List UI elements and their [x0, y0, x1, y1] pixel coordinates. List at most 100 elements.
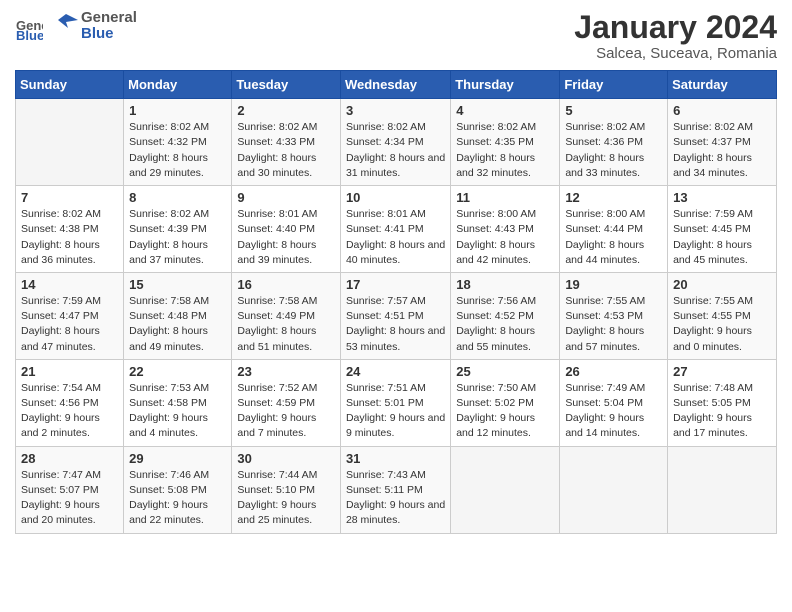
day-info: Sunrise: 8:02 AM Sunset: 4:39 PM Dayligh… [129, 207, 226, 268]
calendar-cell: 29 Sunrise: 7:46 AM Sunset: 5:08 PM Dayli… [124, 446, 232, 533]
calendar-week-row: 1Sunrise: 8:02 AM Sunset: 4:32 PM Daylig… [16, 99, 777, 186]
day-info: Sunrise: 8:02 AM Sunset: 4:35 PM Dayligh… [456, 120, 554, 181]
day-number: 27 [673, 364, 771, 379]
day-number: 23 [237, 364, 335, 379]
page: General Blue General Blue [0, 0, 792, 612]
calendar-cell: 4Sunrise: 8:02 AM Sunset: 4:35 PM Daylig… [451, 99, 560, 186]
day-number: 20 [673, 277, 771, 292]
title-area: January 2024 Salcea, Suceava, Romania [574, 10, 777, 62]
calendar-cell: 7 Sunrise: 8:02 AM Sunset: 4:38 PM Daylig… [16, 186, 124, 273]
calendar-cell: 6Sunrise: 8:02 AM Sunset: 4:37 PM Daylig… [668, 99, 777, 186]
calendar-cell: 2 Sunrise: 8:02 AM Sunset: 4:33 PM Daylig… [232, 99, 341, 186]
calendar-cell: 5 Sunrise: 8:02 AM Sunset: 4:36 PM Daylig… [560, 99, 668, 186]
day-info: Sunrise: 7:44 AM Sunset: 5:10 PM Dayligh… [237, 468, 335, 529]
day-number: 14 [21, 277, 118, 292]
calendar-cell: 11Sunrise: 8:00 AM Sunset: 4:43 PM Dayli… [451, 186, 560, 273]
day-info: Sunrise: 8:01 AM Sunset: 4:40 PM Dayligh… [237, 207, 335, 268]
day-info: Sunrise: 7:55 AM Sunset: 4:55 PM Dayligh… [673, 294, 771, 355]
day-info: Sunrise: 8:00 AM Sunset: 4:43 PM Dayligh… [456, 207, 554, 268]
day-number: 28 [21, 451, 118, 466]
subtitle: Salcea, Suceava, Romania [574, 45, 777, 62]
calendar-week-row: 28 Sunrise: 7:47 AM Sunset: 5:07 PM Dayli… [16, 446, 777, 533]
main-title: January 2024 [574, 10, 777, 45]
day-number: 5 [565, 103, 662, 118]
calendar-cell: 20 Sunrise: 7:55 AM Sunset: 4:55 PM Dayli… [668, 272, 777, 359]
calendar-cell: 21Sunrise: 7:54 AM Sunset: 4:56 PM Dayli… [16, 359, 124, 446]
day-info: Sunrise: 8:02 AM Sunset: 4:37 PM Dayligh… [673, 120, 771, 181]
calendar-header-row: SundayMondayTuesdayWednesdayThursdayFrid… [16, 71, 777, 99]
day-info: Sunrise: 7:58 AM Sunset: 4:48 PM Dayligh… [129, 294, 226, 355]
calendar-cell: 24 Sunrise: 7:51 AM Sunset: 5:01 PM Dayli… [340, 359, 450, 446]
calendar-cell: 22Sunrise: 7:53 AM Sunset: 4:58 PM Dayli… [124, 359, 232, 446]
calendar-week-row: 21Sunrise: 7:54 AM Sunset: 4:56 PM Dayli… [16, 359, 777, 446]
day-number: 19 [565, 277, 662, 292]
calendar-cell: 3 Sunrise: 8:02 AM Sunset: 4:34 PM Daylig… [340, 99, 450, 186]
calendar-cell: 19 Sunrise: 7:55 AM Sunset: 4:53 PM Dayli… [560, 272, 668, 359]
day-info: Sunrise: 8:02 AM Sunset: 4:32 PM Dayligh… [129, 120, 226, 181]
calendar-cell [668, 446, 777, 533]
day-number: 30 [237, 451, 335, 466]
calendar-cell: 1Sunrise: 8:02 AM Sunset: 4:32 PM Daylig… [124, 99, 232, 186]
day-info: Sunrise: 7:54 AM Sunset: 4:56 PM Dayligh… [21, 381, 118, 442]
day-info: Sunrise: 7:48 AM Sunset: 5:05 PM Dayligh… [673, 381, 771, 442]
calendar-cell [560, 446, 668, 533]
header: General Blue General Blue [15, 10, 777, 62]
column-header-saturday: Saturday [668, 71, 777, 99]
calendar-week-row: 7 Sunrise: 8:02 AM Sunset: 4:38 PM Daylig… [16, 186, 777, 273]
calendar-cell: 18 Sunrise: 7:56 AM Sunset: 4:52 PM Dayli… [451, 272, 560, 359]
svg-text:Blue: Blue [16, 28, 43, 40]
calendar-cell: 15 Sunrise: 7:58 AM Sunset: 4:48 PM Dayli… [124, 272, 232, 359]
day-number: 17 [346, 277, 445, 292]
day-number: 7 [21, 190, 118, 205]
day-info: Sunrise: 7:49 AM Sunset: 5:04 PM Dayligh… [565, 381, 662, 442]
generalblue-logo-icon: General Blue [15, 12, 43, 40]
calendar-cell: 25Sunrise: 7:50 AM Sunset: 5:02 PM Dayli… [451, 359, 560, 446]
day-info: Sunrise: 8:00 AM Sunset: 4:44 PM Dayligh… [565, 207, 662, 268]
calendar-cell: 17Sunrise: 7:57 AM Sunset: 4:51 PM Dayli… [340, 272, 450, 359]
column-header-tuesday: Tuesday [232, 71, 341, 99]
calendar-cell [16, 99, 124, 186]
day-info: Sunrise: 8:01 AM Sunset: 4:41 PM Dayligh… [346, 207, 445, 268]
calendar-cell: 27 Sunrise: 7:48 AM Sunset: 5:05 PM Dayli… [668, 359, 777, 446]
day-info: Sunrise: 7:53 AM Sunset: 4:58 PM Dayligh… [129, 381, 226, 442]
column-header-friday: Friday [560, 71, 668, 99]
day-info: Sunrise: 7:43 AM Sunset: 5:11 PM Dayligh… [346, 468, 445, 529]
day-number: 12 [565, 190, 662, 205]
column-header-thursday: Thursday [451, 71, 560, 99]
calendar-cell [451, 446, 560, 533]
calendar-cell: 23Sunrise: 7:52 AM Sunset: 4:59 PM Dayli… [232, 359, 341, 446]
day-number: 24 [346, 364, 445, 379]
day-info: Sunrise: 8:02 AM Sunset: 4:34 PM Dayligh… [346, 120, 445, 181]
calendar-cell: 26 Sunrise: 7:49 AM Sunset: 5:04 PM Dayli… [560, 359, 668, 446]
calendar-cell: 14 Sunrise: 7:59 AM Sunset: 4:47 PM Dayli… [16, 272, 124, 359]
day-info: Sunrise: 8:02 AM Sunset: 4:38 PM Dayligh… [21, 207, 118, 268]
logo-bird-icon [46, 10, 78, 42]
day-number: 16 [237, 277, 335, 292]
day-info: Sunrise: 7:55 AM Sunset: 4:53 PM Dayligh… [565, 294, 662, 355]
day-number: 8 [129, 190, 226, 205]
day-number: 26 [565, 364, 662, 379]
day-info: Sunrise: 7:59 AM Sunset: 4:47 PM Dayligh… [21, 294, 118, 355]
day-number: 18 [456, 277, 554, 292]
column-header-monday: Monday [124, 71, 232, 99]
day-info: Sunrise: 7:56 AM Sunset: 4:52 PM Dayligh… [456, 294, 554, 355]
calendar-week-row: 14 Sunrise: 7:59 AM Sunset: 4:47 PM Dayli… [16, 272, 777, 359]
day-info: Sunrise: 7:59 AM Sunset: 4:45 PM Dayligh… [673, 207, 771, 268]
day-number: 29 [129, 451, 226, 466]
day-info: Sunrise: 7:47 AM Sunset: 5:07 PM Dayligh… [21, 468, 118, 529]
day-number: 15 [129, 277, 226, 292]
day-info: Sunrise: 7:46 AM Sunset: 5:08 PM Dayligh… [129, 468, 226, 529]
column-header-wednesday: Wednesday [340, 71, 450, 99]
calendar-cell: 31 Sunrise: 7:43 AM Sunset: 5:11 PM Dayli… [340, 446, 450, 533]
day-info: Sunrise: 7:58 AM Sunset: 4:49 PM Dayligh… [237, 294, 335, 355]
calendar-cell: 16 Sunrise: 7:58 AM Sunset: 4:49 PM Dayli… [232, 272, 341, 359]
column-header-sunday: Sunday [16, 71, 124, 99]
day-info: Sunrise: 7:51 AM Sunset: 5:01 PM Dayligh… [346, 381, 445, 442]
day-info: Sunrise: 7:50 AM Sunset: 5:02 PM Dayligh… [456, 381, 554, 442]
day-info: Sunrise: 8:02 AM Sunset: 4:33 PM Dayligh… [237, 120, 335, 181]
day-info: Sunrise: 8:02 AM Sunset: 4:36 PM Dayligh… [565, 120, 662, 181]
day-number: 31 [346, 451, 445, 466]
day-number: 3 [346, 103, 445, 118]
day-number: 2 [237, 103, 335, 118]
day-number: 13 [673, 190, 771, 205]
